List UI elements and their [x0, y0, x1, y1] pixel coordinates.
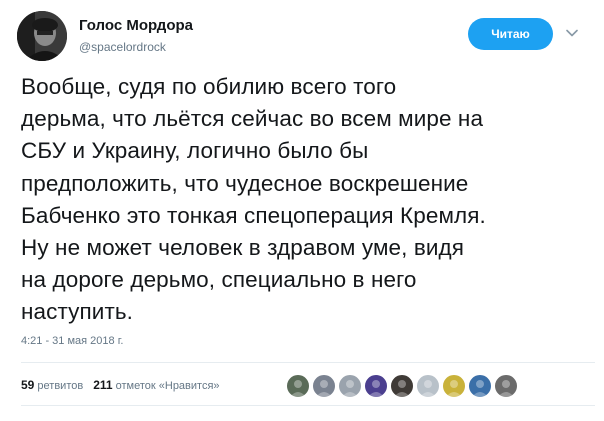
- liker-avatars: [286, 374, 520, 398]
- divider: [21, 362, 595, 363]
- tweet-timestamp[interactable]: 4:21 - 31 мая 2018 г.: [21, 335, 123, 347]
- liker-avatar-9[interactable]: [494, 374, 518, 398]
- user-avatar-icon: [472, 380, 488, 397]
- author-display-name[interactable]: Голос Мордора: [79, 17, 193, 34]
- user-avatar-icon: [420, 380, 436, 397]
- liker-avatar-8[interactable]: [468, 374, 492, 398]
- chevron-down-icon: [566, 29, 578, 37]
- retweets-count: 59: [21, 378, 35, 392]
- avatar-portrait-icon: [17, 11, 67, 61]
- liker-avatar-7[interactable]: [442, 374, 466, 398]
- user-avatar-icon: [394, 380, 410, 397]
- tweet-text-line: Вообще, судя по обилию всего того: [21, 74, 397, 99]
- likes-stat[interactable]: 211 отметок «Нравится»: [93, 378, 220, 392]
- divider: [21, 405, 595, 406]
- user-avatar-icon: [446, 380, 462, 397]
- retweets-label: ретвитов: [37, 380, 84, 392]
- user-avatar-icon: [290, 380, 306, 397]
- author-handle[interactable]: @spacelordrock: [79, 40, 166, 54]
- liker-avatar-6[interactable]: [416, 374, 440, 398]
- tweet-text-line: СБУ и Украину, логично было бы: [21, 138, 369, 164]
- liker-avatar-1[interactable]: [286, 374, 310, 398]
- liker-avatar-3[interactable]: [338, 374, 362, 398]
- more-options-button[interactable]: [561, 22, 583, 44]
- tweet-text-line: Бабченко это тонкая спецоперация Кремля.: [21, 202, 486, 228]
- liker-avatar-4[interactable]: [364, 374, 388, 398]
- liker-avatar-5[interactable]: [390, 374, 414, 398]
- liker-avatar-2[interactable]: [312, 374, 336, 398]
- user-avatar-icon: [316, 380, 332, 397]
- likes-label: отметок «Нравится»: [115, 380, 220, 392]
- likes-count: 211: [93, 378, 113, 392]
- retweets-stat[interactable]: 59 ретвитов: [21, 378, 84, 392]
- tweet-text-line: Ну не может человек в здравом уме, видя: [21, 235, 465, 261]
- user-avatar-icon: [342, 380, 358, 397]
- tweet-text-line: дерьма, что льётся сейчас во всем мире н…: [21, 106, 484, 132]
- tweet-text-line: наступить.: [21, 299, 134, 325]
- tweet-text-line: предположить, что чудесное воскрешение: [21, 170, 469, 196]
- tweet-text: Вообще, судя по обилию всего того дерьма…: [21, 71, 593, 329]
- tweet-text-line: на дороге дерьмо, специально в него: [21, 267, 417, 293]
- author-avatar[interactable]: [17, 11, 67, 61]
- user-avatar-icon: [368, 380, 384, 397]
- user-avatar-icon: [498, 380, 514, 397]
- engagement-stats: 59 ретвитов 211 отметок «Нравится»: [21, 378, 220, 392]
- following-button[interactable]: Читаю: [468, 18, 553, 50]
